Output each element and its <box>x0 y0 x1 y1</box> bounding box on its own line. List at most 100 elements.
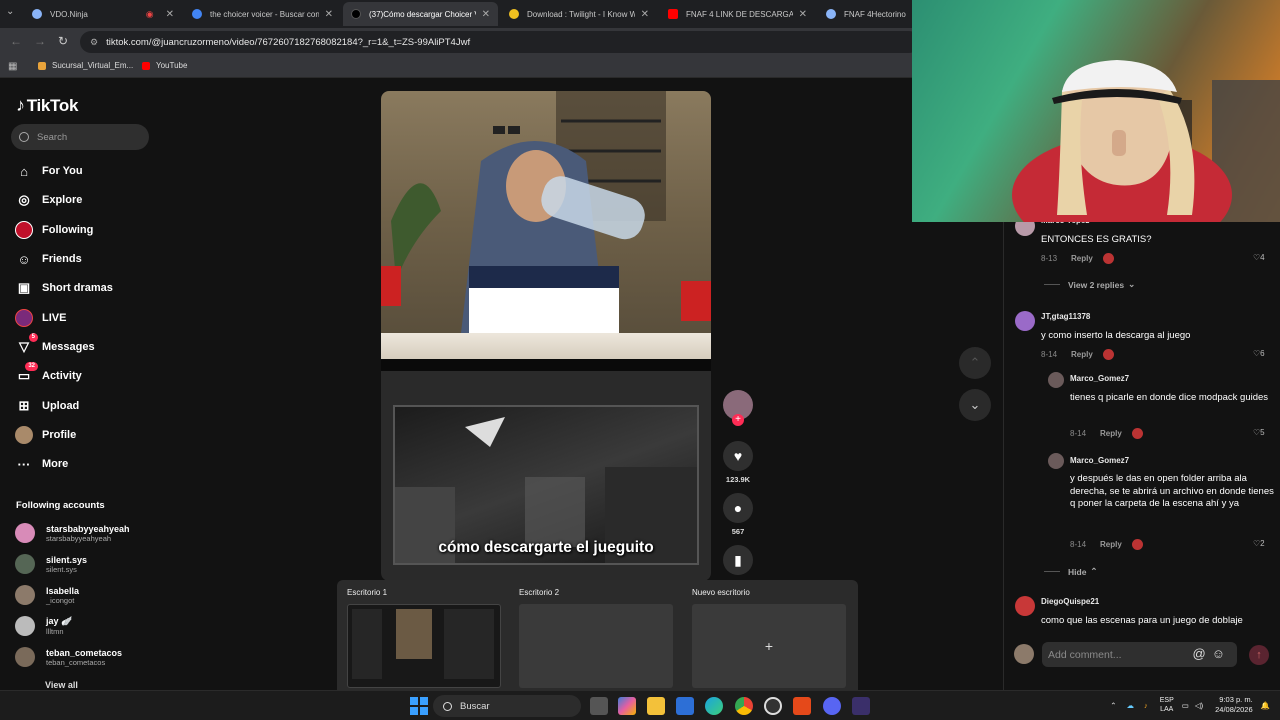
chevron-up-icon[interactable]: ⌃ <box>1110 701 1116 710</box>
app-icon[interactable] <box>852 697 870 715</box>
discord-icon[interactable] <box>823 697 841 715</box>
new-desktop[interactable]: Nuevo escritorio + <box>692 588 846 688</box>
comment-username[interactable]: Marco_Gomez7 <box>1070 374 1129 383</box>
like-comment-button[interactable]: ♡5 <box>1253 428 1265 437</box>
nav-live[interactable]: LIVE <box>15 307 66 329</box>
comment-placeholder: Add comment... <box>1048 648 1122 661</box>
nav-more[interactable]: ··· More <box>15 453 69 475</box>
following-account[interactable]: starsbabyyeahyeah starsbabyyeahyeah <box>15 521 130 545</box>
tiktok-logo[interactable]: ♪ TikTok <box>16 95 78 116</box>
nav-following[interactable]: Following <box>15 219 93 241</box>
bookmark-youtube[interactable]: YouTube <box>142 61 187 70</box>
nav-short-dramas[interactable]: ▣ Short dramas <box>15 277 113 299</box>
follow-plus-icon[interactable]: + <box>732 414 744 426</box>
hide-replies-button[interactable]: Hide ⌃ <box>1044 566 1098 577</box>
desktop-label: Nuevo escritorio <box>692 588 750 597</box>
creator-avatar[interactable]: + <box>718 390 758 426</box>
desktop-thumbnail <box>519 604 673 688</box>
nav-activity[interactable]: ▭ 32 Activity <box>15 362 82 387</box>
comment-input[interactable]: Add comment... @☺ <box>1042 642 1237 667</box>
notification-bell-icon[interactable]: 🔔 <box>1261 701 1270 710</box>
tab-title: FNAF 4 LINK DE DESCARGA - Y <box>686 9 793 19</box>
tab-vdo-ninja[interactable]: VDO.Ninja ◉ ✕ <box>24 2 182 26</box>
comment-text: tienes q picarle en donde dice modpack g… <box>1070 392 1269 403</box>
clock[interactable]: 9:03 p. m. 24/08/2026 <box>1215 695 1253 715</box>
comment-bubble-icon: ● <box>723 493 753 523</box>
copilot-icon[interactable] <box>618 697 636 715</box>
nav-label: LIVE <box>42 312 67 324</box>
chrome-icon[interactable] <box>735 697 753 715</box>
desktop-1[interactable]: Escritorio 1 <box>347 588 501 688</box>
comment-button[interactable]: ● 567 <box>718 493 758 536</box>
like-comment-button[interactable]: ♡6 <box>1253 349 1265 358</box>
nav-explore[interactable]: ◎ Explore <box>15 189 82 211</box>
view-replies-button[interactable]: View 2 replies ⌄ <box>1044 279 1135 290</box>
tab-search-icon[interactable]: ⌄ <box>6 6 14 17</box>
tab-youtube-fnaf[interactable]: FNAF 4 LINK DE DESCARGA - Y ✕ <box>660 2 815 26</box>
new-desktop-button[interactable]: + <box>692 604 846 688</box>
following-account[interactable]: silent.sys silent.sys <box>15 552 87 576</box>
windows-start-icon[interactable] <box>410 697 428 715</box>
view-all-link[interactable]: View all <box>45 680 78 690</box>
close-tab-icon[interactable]: ✕ <box>799 9 807 20</box>
language-indicator[interactable]: ESP LAA <box>1160 696 1174 714</box>
bookmark-sucursal[interactable]: Sucursal_Virtual_Em... <box>38 61 133 70</box>
nav-for-you[interactable]: ⌂ For You <box>15 160 82 182</box>
following-account[interactable]: teban_cometacos teban_cometacos <box>15 645 122 669</box>
back-arrow-icon[interactable]: ← <box>10 34 22 48</box>
webcam-overlay <box>912 0 1280 222</box>
like-comment-button[interactable]: ♡4 <box>1253 253 1265 262</box>
nav-upload[interactable]: ⊞ Upload <box>15 395 80 417</box>
tab-google-search[interactable]: the choicer voicer - Buscar con ✕ <box>184 2 341 26</box>
close-tab-icon[interactable]: ✕ <box>325 9 333 20</box>
cloud-icon[interactable]: ☁ <box>1126 701 1134 710</box>
mention-icon[interactable]: @ <box>1193 646 1212 661</box>
nav-messages[interactable]: ▽ 5 Messages <box>15 333 95 358</box>
edge-icon[interactable] <box>705 697 723 715</box>
apps-grid-icon[interactable]: ▦ <box>8 61 17 72</box>
reply-button[interactable]: Reply <box>1071 254 1093 263</box>
search-input[interactable]: Search <box>11 124 149 150</box>
comment-username[interactable]: Marco_Gomez7 <box>1070 456 1129 465</box>
creator-liked-icon <box>1102 349 1114 360</box>
tab-twilight-download[interactable]: Download : Twilight - I Know W ✕ <box>501 2 657 26</box>
following-account[interactable]: jay 🪽 llltmn <box>15 614 72 638</box>
bookmark-button[interactable]: ▮ <box>718 545 758 575</box>
reply-button[interactable]: Reply <box>1100 429 1122 438</box>
network-icon[interactable]: ▭ <box>1182 701 1189 710</box>
desktop-2[interactable]: Escritorio 2 <box>519 588 673 688</box>
store-icon[interactable] <box>676 697 694 715</box>
volume-icon[interactable]: ◁) <box>1195 701 1203 710</box>
taskbar-search[interactable]: Buscar <box>433 695 581 717</box>
reply-button[interactable]: Reply <box>1071 350 1093 359</box>
settings-gear-icon[interactable] <box>764 697 782 715</box>
close-tab-icon[interactable]: ✕ <box>166 9 174 20</box>
reload-icon[interactable]: ↻ <box>58 34 68 48</box>
comment-username[interactable]: DiegoQuispe21 <box>1041 597 1099 606</box>
following-accounts-heading: Following accounts <box>16 500 105 511</box>
emoji-icon[interactable]: ☺ <box>1212 646 1231 661</box>
video-player[interactable]: cómo descargarte el jueguito <box>381 91 711 581</box>
nav-profile[interactable]: Profile <box>15 424 76 446</box>
film-icon: ▣ <box>17 280 31 295</box>
like-comment-button[interactable]: ♡2 <box>1253 539 1265 548</box>
like-button[interactable]: ♥ 123.9K <box>718 441 758 484</box>
following-account[interactable]: Isabella _icongot <box>15 583 79 607</box>
close-tab-icon[interactable]: ✕ <box>641 9 649 20</box>
next-video-button[interactable]: ⌄ <box>959 389 991 421</box>
reply-button[interactable]: Reply <box>1100 540 1122 549</box>
nav-friends[interactable]: ☺ Friends <box>15 248 81 270</box>
site-info-icon[interactable]: ⚙ <box>90 37 98 48</box>
task-view-icon[interactable] <box>590 697 608 715</box>
file-explorer-icon[interactable] <box>647 697 665 715</box>
tab-tiktok-active[interactable]: (37)Cómo descargar Choicer V ✕ <box>343 2 498 26</box>
address-bar[interactable]: ⚙ tiktok.com/@juancruzormeno/video/76726… <box>80 31 920 53</box>
tab-fnaf-hectorinozz[interactable]: FNAF 4Hectorinozz <box>818 2 914 26</box>
forward-arrow-icon[interactable]: → <box>34 34 46 48</box>
close-tab-icon[interactable]: ✕ <box>482 9 490 20</box>
microphone-icon[interactable]: ♪ <box>1144 701 1148 710</box>
comment-username[interactable]: JT,gtag11378 <box>1041 312 1090 321</box>
send-comment-button[interactable]: ↑ <box>1249 645 1269 665</box>
brave-icon[interactable] <box>793 697 811 715</box>
previous-video-button[interactable]: ⌃ <box>959 347 991 379</box>
